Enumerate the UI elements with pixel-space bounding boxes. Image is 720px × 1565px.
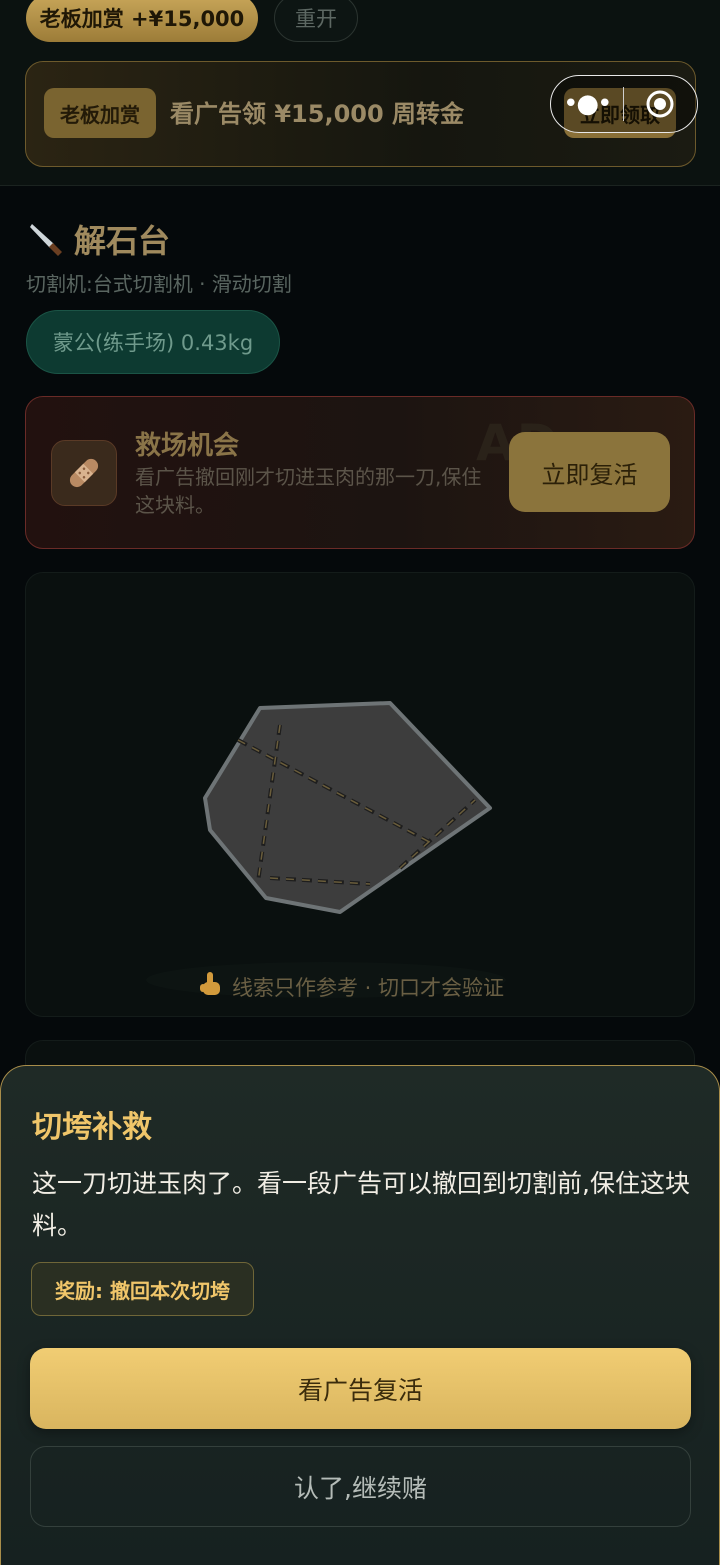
accept-continue-button[interactable]: 认了,继续赌 — [30, 1446, 691, 1527]
boss-bonus-pill[interactable]: 老板加赏 +¥15,000 — [26, 0, 258, 42]
section-subtitle: 切割机:台式切割机 · 滑动切割 — [26, 272, 292, 296]
stone-selector-chip[interactable]: 蒙公(练手场) 0.43kg — [26, 310, 280, 374]
reward-tag: 奖励: 撤回本次切垮 — [31, 1262, 254, 1316]
bonus-banner-text: 看广告领 ¥15,000 周转金 — [170, 100, 465, 128]
boss-bonus-badge: 老板加赏 — [44, 88, 156, 138]
pointing-hand-icon — [198, 970, 224, 1003]
more-dots-icon[interactable]: •●• — [551, 91, 623, 117]
sheet-body-text: 这一刀切进玉肉了。看一段广告可以撤回到切割前,保住这块料。 — [32, 1169, 690, 1240]
knife-icon — [26, 218, 66, 258]
revive-now-button[interactable]: 立即复活 — [509, 432, 670, 512]
watch-ad-revive-button[interactable]: 看广告复活 — [30, 1348, 691, 1429]
rough-stone[interactable] — [150, 650, 570, 970]
restart-button[interactable]: 重开 — [274, 0, 358, 42]
mini-program-capsule: •●• — [550, 75, 698, 133]
rescue-card-description: 看广告撤回刚才切进玉肉的那一刀,保住这块料。 — [135, 465, 482, 517]
board-hint-text: 线索只作参考 · 切口才会验证 — [232, 975, 505, 1000]
close-target-icon[interactable] — [624, 89, 698, 119]
sheet-title: 切垮补救 — [32, 1110, 152, 1145]
section-title: 解石台 — [74, 222, 171, 260]
bandage-icon — [51, 440, 117, 506]
board-hint: 线索只作参考 · 切口才会验证 — [198, 970, 504, 1003]
rescue-card-title: 救场机会 — [135, 431, 240, 461]
